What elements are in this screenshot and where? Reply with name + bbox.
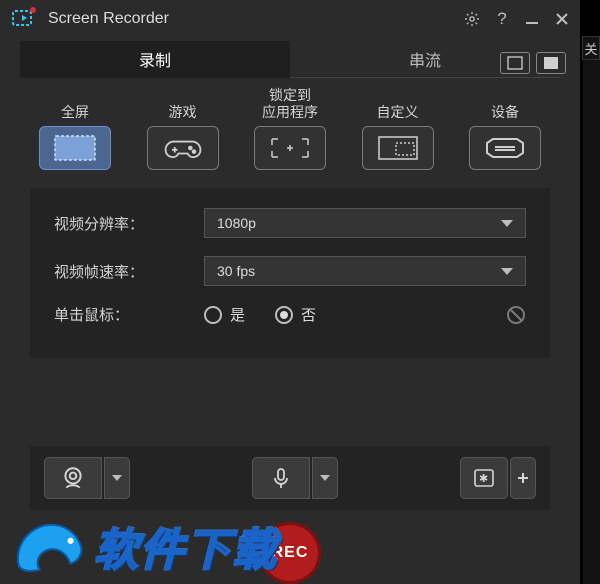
- row-mouseclick: 单击鼠标： 是 否: [54, 304, 526, 325]
- mode-device-button[interactable]: [469, 126, 541, 170]
- overlay-add-button[interactable]: [510, 457, 536, 499]
- overlay-toolbar: ✱: [30, 446, 550, 510]
- settings-panel: 视频分辨率： 1080p 视频帧速率： 30 fps 单击鼠标： 是: [30, 188, 550, 358]
- framerate-select[interactable]: 30 fps: [204, 256, 526, 286]
- record-button[interactable]: REC: [259, 522, 321, 584]
- minimize-icon[interactable]: [524, 11, 540, 27]
- chevron-down-icon: [501, 268, 513, 275]
- mode-custom: 自定义: [353, 86, 443, 170]
- record-button-row: REC: [0, 522, 580, 584]
- webcam-control: [44, 457, 130, 499]
- side-panel: [582, 36, 600, 584]
- chevron-down-icon: [320, 475, 330, 481]
- titlebar: Screen Recorder ?: [0, 0, 580, 37]
- radio-yes[interactable]: 是: [204, 304, 245, 325]
- help-icon[interactable]: ?: [494, 11, 510, 27]
- resolution-select[interactable]: 1080p: [204, 208, 526, 238]
- mode-fullscreen-label: 全屏: [61, 86, 89, 120]
- radio-circle-icon: [275, 306, 293, 324]
- titlebar-controls: ?: [464, 11, 570, 27]
- mode-lockapp-button[interactable]: [254, 126, 326, 170]
- mode-lockapp-label: 锁定到 应用程序: [262, 86, 318, 120]
- app-window: Screen Recorder ? 录制 串: [0, 0, 580, 584]
- main-tabs: 录制 串流: [20, 41, 560, 78]
- mic-button[interactable]: [252, 457, 310, 499]
- overlay-effects-button[interactable]: ✱: [460, 457, 508, 499]
- chevron-down-icon: [112, 475, 122, 481]
- svg-text:✱: ✱: [479, 473, 488, 485]
- webcam-button[interactable]: [44, 457, 102, 499]
- mode-game: 游戏: [138, 86, 228, 170]
- compact-view-icon[interactable]: [536, 52, 566, 74]
- mouseclick-label: 单击鼠标：: [54, 304, 204, 325]
- overlay-extras: ✱: [460, 457, 536, 499]
- app-logo-icon: [10, 5, 38, 33]
- mode-game-button[interactable]: [147, 126, 219, 170]
- mode-device-label: 设备: [491, 86, 519, 120]
- tab-record[interactable]: 录制: [20, 41, 290, 78]
- row-framerate: 视频帧速率： 30 fps: [54, 256, 526, 286]
- mode-fullscreen-button[interactable]: [39, 126, 111, 170]
- resolution-value: 1080p: [217, 215, 256, 231]
- settings-icon[interactable]: [464, 11, 480, 27]
- mode-lockapp: 锁定到 应用程序: [245, 86, 335, 170]
- radio-yes-label: 是: [230, 304, 245, 325]
- resolution-label: 视频分辨率：: [54, 213, 204, 234]
- chevron-down-icon: [501, 220, 513, 227]
- app-title: Screen Recorder: [48, 10, 454, 28]
- mode-custom-label: 自定义: [377, 86, 419, 120]
- framerate-value: 30 fps: [217, 263, 255, 279]
- radio-no-label: 否: [301, 304, 316, 325]
- view-mode-buttons: [500, 52, 566, 74]
- fullscreen-view-icon[interactable]: [500, 52, 530, 74]
- webcam-dropdown[interactable]: [104, 457, 130, 499]
- capture-modes: 全屏 游戏 锁定到 应用程序: [0, 86, 580, 170]
- mouseclick-radio-group: 是 否: [204, 304, 526, 325]
- mode-device: 设备: [460, 86, 550, 170]
- mode-game-label: 游戏: [169, 86, 197, 120]
- framerate-label: 视频帧速率：: [54, 261, 204, 282]
- mode-custom-button[interactable]: [362, 126, 434, 170]
- close-icon[interactable]: [554, 11, 570, 27]
- mode-fullscreen: 全屏: [30, 86, 120, 170]
- radio-no[interactable]: 否: [275, 304, 316, 325]
- mic-control: [252, 457, 338, 499]
- disable-icon[interactable]: [506, 305, 526, 325]
- radio-circle-icon: [204, 306, 222, 324]
- mic-dropdown[interactable]: [312, 457, 338, 499]
- row-resolution: 视频分辨率： 1080p: [54, 208, 526, 238]
- side-panel-toggle[interactable]: 关: [582, 36, 600, 60]
